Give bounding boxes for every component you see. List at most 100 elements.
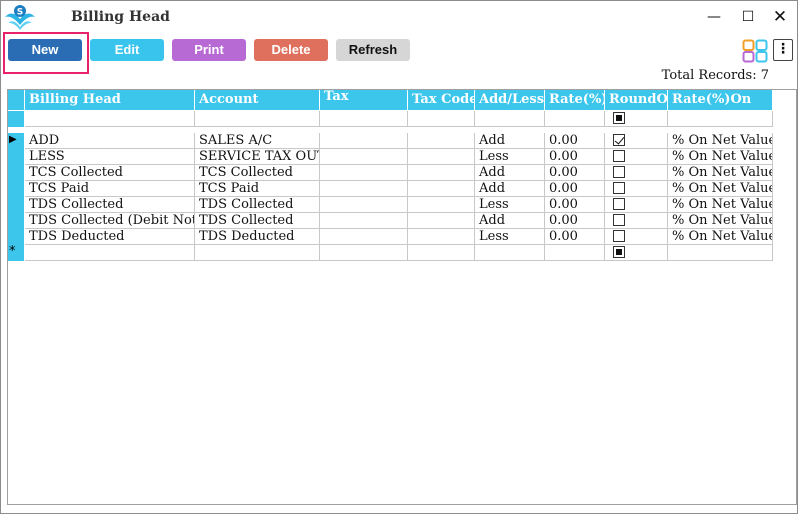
cell-tax-code[interactable] bbox=[408, 197, 475, 213]
cell-billing-head[interactable]: ADD bbox=[25, 133, 195, 149]
cell-add-less[interactable]: Add bbox=[475, 213, 545, 229]
cell-rate-on[interactable] bbox=[668, 245, 773, 261]
billing-head-grid[interactable]: Billing Head Account Tax Tax Code Add/Le… bbox=[7, 89, 797, 505]
round-off-checkbox[interactable] bbox=[613, 134, 625, 146]
cell-tax[interactable] bbox=[320, 197, 408, 213]
cell-add-less[interactable]: Add bbox=[475, 133, 545, 149]
cell-rate-on[interactable] bbox=[668, 111, 773, 127]
cell-tax-code[interactable] bbox=[408, 149, 475, 165]
cell-round-off[interactable] bbox=[605, 245, 668, 261]
cell-rate[interactable]: 0.00 bbox=[545, 213, 605, 229]
cell-add-less[interactable]: Add bbox=[475, 181, 545, 197]
cell-tax[interactable] bbox=[320, 245, 408, 261]
cell-tax[interactable] bbox=[320, 111, 408, 127]
cell-billing-head[interactable]: TDS Collected (Debit Note) bbox=[25, 213, 195, 229]
more-options-button[interactable]: ⋮ bbox=[773, 39, 793, 61]
maximize-button[interactable]: ☐ bbox=[738, 7, 758, 27]
cell-rate-on[interactable]: % On Net Value bbox=[668, 165, 773, 181]
cell-round-off[interactable] bbox=[605, 181, 668, 197]
cell-account[interactable]: TCS Collected bbox=[195, 165, 320, 181]
cell-account[interactable]: TDS Collected bbox=[195, 197, 320, 213]
cell-account[interactable]: TDS Deducted bbox=[195, 229, 320, 245]
cell-tax[interactable] bbox=[320, 229, 408, 245]
column-header-round-off[interactable]: RoundOff bbox=[605, 90, 668, 110]
cell-rate[interactable]: 0.00 bbox=[545, 165, 605, 181]
row-header[interactable]: * bbox=[8, 244, 24, 261]
column-header-rate[interactable]: Rate(%) bbox=[545, 90, 605, 110]
round-off-checkbox[interactable] bbox=[613, 150, 625, 162]
cell-tax-code[interactable] bbox=[408, 181, 475, 197]
cell-account[interactable] bbox=[195, 245, 320, 261]
row-header[interactable] bbox=[8, 165, 24, 181]
round-off-checkbox[interactable] bbox=[613, 246, 625, 258]
cell-billing-head[interactable]: TCS Collected bbox=[25, 165, 195, 181]
cell-rate[interactable]: 0.00 bbox=[545, 181, 605, 197]
column-header-tax[interactable]: Tax bbox=[320, 90, 408, 110]
cell-tax[interactable] bbox=[320, 181, 408, 197]
delete-button[interactable]: Delete bbox=[254, 39, 328, 61]
cell-round-off[interactable] bbox=[605, 213, 668, 229]
close-button[interactable]: ✕ bbox=[770, 7, 790, 27]
cell-rate-on[interactable]: % On Net Value bbox=[668, 213, 773, 229]
column-header-account[interactable]: Account bbox=[195, 90, 320, 110]
cell-account[interactable]: TCS Paid bbox=[195, 181, 320, 197]
cell-rate[interactable]: 0.00 bbox=[545, 197, 605, 213]
cell-tax-code[interactable] bbox=[408, 111, 475, 127]
round-off-checkbox[interactable] bbox=[613, 166, 625, 178]
cell-account[interactable]: SERVICE TAX OUT bbox=[195, 149, 320, 165]
cell-tax-code[interactable] bbox=[408, 245, 475, 261]
edit-button[interactable]: Edit bbox=[90, 39, 164, 61]
round-off-checkbox[interactable] bbox=[613, 198, 625, 210]
cell-rate[interactable] bbox=[545, 111, 605, 127]
cell-round-off[interactable] bbox=[605, 111, 668, 127]
round-off-checkbox[interactable] bbox=[613, 112, 625, 124]
row-header[interactable] bbox=[8, 213, 24, 229]
cell-add-less[interactable] bbox=[475, 111, 545, 127]
cell-billing-head[interactable]: TDS Deducted bbox=[25, 229, 195, 245]
refresh-button[interactable]: Refresh bbox=[336, 39, 410, 61]
cell-rate[interactable]: 0.00 bbox=[545, 229, 605, 245]
cell-rate[interactable] bbox=[545, 245, 605, 261]
cell-rate-on[interactable]: % On Net Value bbox=[668, 133, 773, 149]
cell-account[interactable]: TDS Collected bbox=[195, 213, 320, 229]
cell-round-off[interactable] bbox=[605, 165, 668, 181]
cell-tax-code[interactable] bbox=[408, 229, 475, 245]
cell-rate-on[interactable]: % On Net Value bbox=[668, 197, 773, 213]
cell-billing-head[interactable]: LESS bbox=[25, 149, 195, 165]
row-header[interactable] bbox=[8, 149, 24, 165]
cell-add-less[interactable]: Less bbox=[475, 197, 545, 213]
column-header-rate-on[interactable]: Rate(%)On bbox=[668, 90, 773, 110]
cell-tax-code[interactable] bbox=[408, 133, 475, 149]
cell-add-less[interactable] bbox=[475, 245, 545, 261]
column-header-add-less[interactable]: Add/Less bbox=[475, 90, 545, 110]
minimize-button[interactable]: — bbox=[704, 7, 724, 27]
round-off-checkbox[interactable] bbox=[613, 182, 625, 194]
cell-add-less[interactable]: Less bbox=[475, 229, 545, 245]
cell-rate-on[interactable]: % On Net Value bbox=[668, 229, 773, 245]
column-header-tax-code[interactable]: Tax Code bbox=[408, 90, 475, 110]
cell-rate[interactable]: 0.00 bbox=[545, 133, 605, 149]
column-header-billing-head[interactable]: Billing Head bbox=[25, 90, 195, 110]
cell-tax[interactable] bbox=[320, 213, 408, 229]
print-button[interactable]: Print bbox=[172, 39, 246, 61]
cell-round-off[interactable] bbox=[605, 229, 668, 245]
new-button[interactable]: New bbox=[8, 39, 82, 61]
cell-billing-head[interactable]: TCS Paid bbox=[25, 181, 195, 197]
cell-rate-on[interactable]: % On Net Value bbox=[668, 149, 773, 165]
cell-tax[interactable] bbox=[320, 165, 408, 181]
round-off-checkbox[interactable] bbox=[613, 214, 625, 226]
cell-tax[interactable] bbox=[320, 133, 408, 149]
round-off-checkbox[interactable] bbox=[613, 230, 625, 242]
cell-billing-head[interactable]: TDS Collected bbox=[25, 197, 195, 213]
row-header[interactable] bbox=[8, 197, 24, 213]
cell-tax-code[interactable] bbox=[408, 213, 475, 229]
cell-billing-head[interactable] bbox=[25, 245, 195, 261]
cell-add-less[interactable]: Less bbox=[475, 149, 545, 165]
row-header[interactable] bbox=[8, 229, 24, 245]
cell-rate-on[interactable]: % On Net Value bbox=[668, 181, 773, 197]
cell-account[interactable] bbox=[195, 111, 320, 127]
cell-round-off[interactable] bbox=[605, 149, 668, 165]
cell-round-off[interactable] bbox=[605, 133, 668, 149]
cell-round-off[interactable] bbox=[605, 197, 668, 213]
cell-add-less[interactable]: Add bbox=[475, 165, 545, 181]
